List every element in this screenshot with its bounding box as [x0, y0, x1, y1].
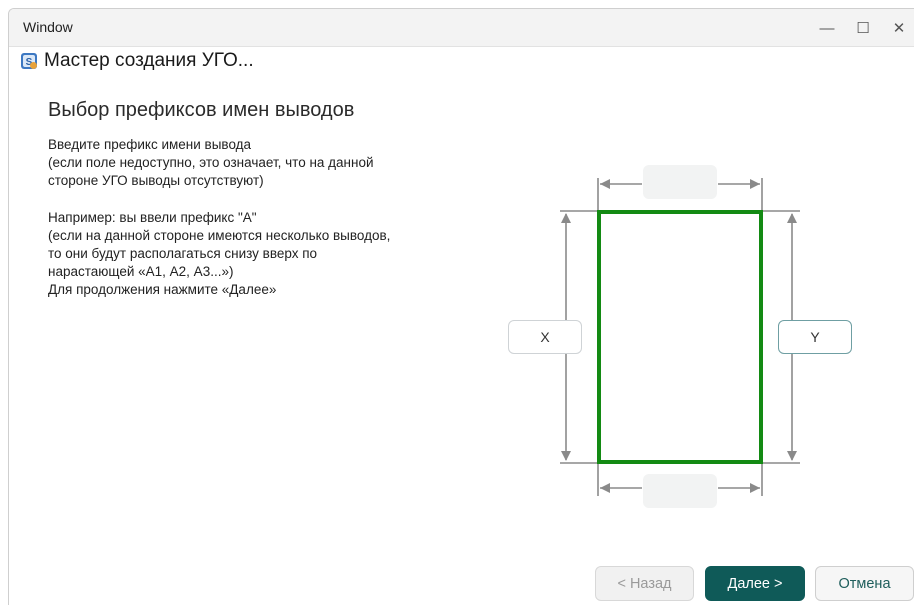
intro-line: стороне УГО выводы отсутствуют) — [48, 173, 264, 188]
wizard-app-icon: S — [21, 53, 37, 69]
example-line: нарастающей «А1, А2, А3...») — [48, 264, 234, 279]
back-button: < Назад — [595, 566, 694, 601]
app-title: Мастер создания УГО... — [44, 50, 254, 71]
top-prefix-input — [643, 165, 717, 199]
example-line: (если на данной стороне имеются нескольк… — [48, 228, 391, 243]
intro-text: Введите префикс имени вывода (если поле … — [48, 136, 488, 190]
example-text: Например: вы ввели префикс "А" (если на … — [48, 209, 488, 299]
right-prefix-input[interactable]: Y — [778, 320, 852, 354]
example-line: Для продолжения нажмите «Далее» — [48, 282, 277, 297]
wizard-window: Window — ☐ ✕ — [8, 8, 914, 605]
bottom-prefix-input — [643, 474, 717, 508]
cancel-button[interactable]: Отмена — [815, 566, 914, 601]
minimize-button[interactable]: — — [809, 13, 845, 43]
intro-line: (если поле недоступно, это означает, что… — [48, 155, 374, 170]
title-bar: Window — ☐ ✕ — [9, 9, 914, 47]
example-line: Например: вы ввели префикс "А" — [48, 210, 257, 225]
maximize-button[interactable]: ☐ — [845, 13, 881, 43]
app-header: S Мастер создания УГО... — [8, 46, 914, 78]
page-heading: Выбор префиксов имен выводов — [48, 99, 355, 121]
window-title: Window — [23, 19, 73, 35]
next-button[interactable]: Далее > — [705, 566, 805, 601]
close-button[interactable]: ✕ — [881, 13, 914, 43]
left-prefix-input[interactable]: X — [508, 320, 582, 354]
example-line: то они будут располагаться снизу вверх п… — [48, 246, 318, 261]
intro-line: Введите префикс имени вывода — [48, 137, 252, 152]
